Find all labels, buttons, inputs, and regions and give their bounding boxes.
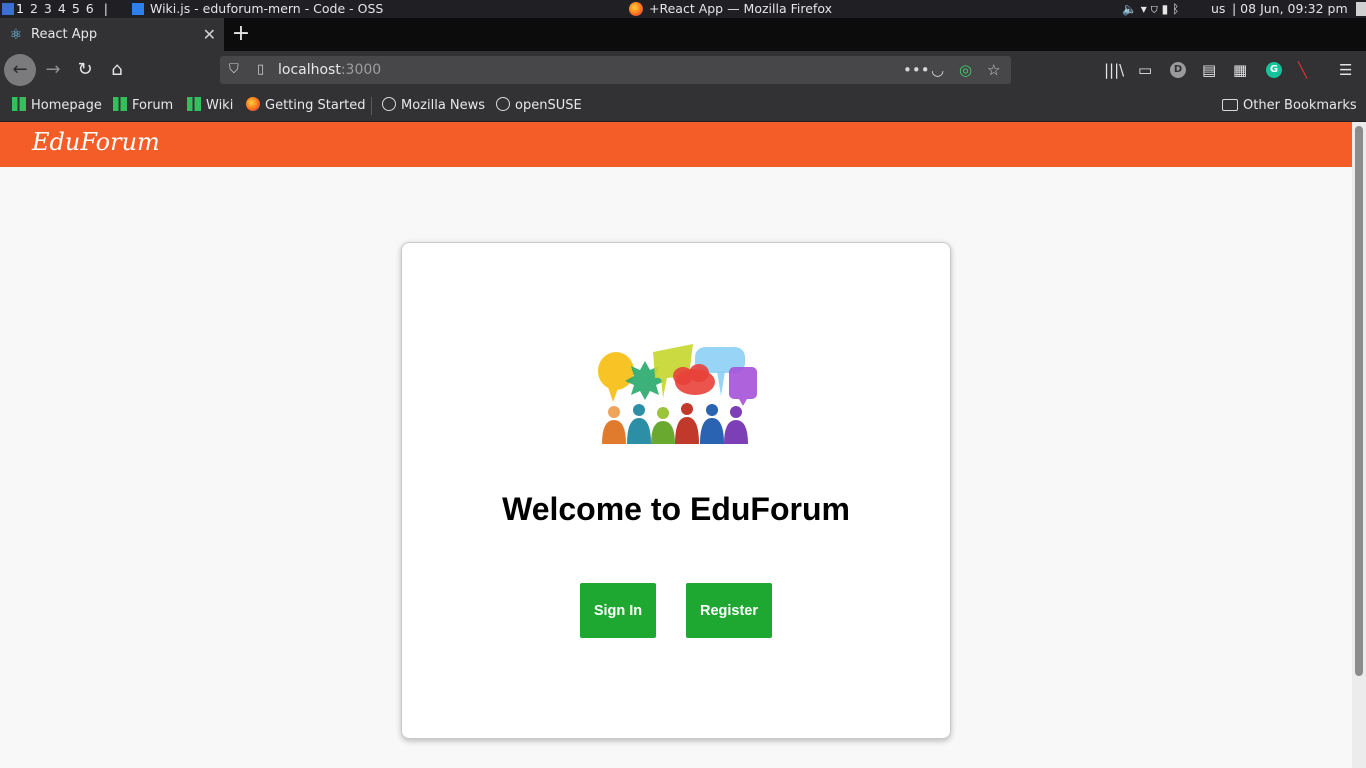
extension-d-icon[interactable]: D [1170,62,1186,78]
reload-icon[interactable]: ↻ [70,55,100,85]
extension-circle-icon[interactable]: ◎ [959,56,972,84]
tab-strip: ⚛ React App ✕ + [0,18,1366,51]
page-content: EduForum Welcome to EduForum Sign In Reg… [0,122,1352,768]
volume-icon[interactable]: 🔈 [1122,2,1137,16]
reader-icon[interactable]: ▤ [1202,60,1216,80]
bookmark-label: Wiki [206,98,234,113]
bookmark-wiki[interactable]: Wiki [187,89,233,122]
bluetooth-icon[interactable]: ᛒ [1172,2,1179,16]
bookmark-label: openSUSE [515,98,582,113]
workspace-icon [2,3,14,15]
bookmark-label: Mozilla News [401,98,486,113]
other-bookmarks[interactable]: Other Bookmarks [1222,89,1357,122]
register-button[interactable]: Register [686,583,772,638]
manjaro-icon [187,97,201,111]
sidebar-icon[interactable]: ▭ [1138,60,1152,80]
bookmark-opensuse[interactable]: openSUSE [496,89,582,122]
folder-icon [1222,99,1238,111]
bookmark-label: Forum [132,98,174,113]
workspace-6[interactable]: 6 [86,0,94,18]
taskbar-window-title: Wiki.js - eduforum-mern - Code - OSS [149,1,384,16]
page-actions-icon[interactable]: ••• [903,56,930,84]
home-icon[interactable]: ⌂ [102,55,132,85]
code-editor-icon [132,3,144,15]
react-icon: ⚛ [9,27,23,43]
clock[interactable]: | 08 Jun, 09:32 pm [1232,0,1348,18]
bookmark-mozilla-news[interactable]: Mozilla News [382,89,485,122]
brand-logo-text[interactable]: EduForum [32,122,160,162]
battery-icon[interactable]: ▮ [1162,2,1169,16]
panel-separator: | [103,1,108,16]
bookmark-homepage[interactable]: Homepage [12,89,102,122]
globe-icon [382,97,396,111]
firefox-icon [246,97,260,111]
back-icon[interactable]: ← [4,54,36,86]
pocket-icon[interactable]: ◡ [931,56,944,84]
keyboard-layout[interactable]: us [1211,0,1225,18]
disabled-extension-icon[interactable]: ╲ [1298,60,1307,80]
scrollbar-thumb[interactable] [1355,126,1363,676]
show-desktop-icon[interactable] [1356,2,1366,16]
other-bookmarks-label: Other Bookmarks [1243,98,1357,113]
security-icon[interactable]: ⛉ [1151,2,1158,16]
menu-icon[interactable]: ☰ [1339,60,1352,80]
url-port: :3000 [340,62,382,78]
firefox-icon [629,2,643,16]
extensions-icon[interactable]: ▦ [1233,60,1247,80]
manjaro-icon [12,97,26,111]
url-host: localhost [278,62,341,78]
library-icon[interactable]: |||\ [1104,60,1124,80]
community-chat-illustration [598,344,757,444]
wifi-icon[interactable]: ▾ [1141,2,1147,16]
manjaro-icon [113,97,127,111]
window-title-text: +React App — Mozilla Firefox [649,1,832,16]
bookmark-label: Homepage [31,98,102,113]
bookmark-separator [371,97,372,115]
bookmark-label: Getting Started [265,98,366,113]
globe-icon [496,97,510,111]
page-scrollbar[interactable] [1352,122,1366,768]
tab-title: React App [31,27,98,42]
forward-icon[interactable]: → [38,55,68,85]
system-panel: 123456 | Wiki.js - eduforum-mern - Code … [0,0,1366,18]
workspace-2[interactable]: 2 [30,0,38,18]
page-info-icon[interactable]: ▯ [257,56,264,84]
grammarly-icon[interactable]: G [1266,62,1282,78]
url-bar[interactable]: ⛉ ▯ localhost:3000 ••• ◡ ◎ ☆ [220,56,1011,84]
bookmarks-toolbar: Homepage Forum Wiki Getting Started Mozi… [0,89,1366,122]
bookmark-getting-started[interactable]: Getting Started [246,89,366,122]
window-title: +React App — Mozilla Firefox [629,0,832,18]
workspace-switcher[interactable]: 123456 | [2,0,108,18]
welcome-card: Welcome to EduForum Sign In Register [401,242,951,739]
bookmark-forum[interactable]: Forum [113,89,173,122]
workspace-1[interactable]: 1 [16,0,24,18]
close-tab-icon[interactable]: ✕ [203,18,216,51]
navigation-toolbar: ← → ↻ ⌂ ⛉ ▯ localhost:3000 ••• ◡ ◎ ☆ |||… [0,51,1366,89]
app-header: EduForum [0,122,1352,167]
sign-in-button[interactable]: Sign In [580,583,656,638]
workspace-3[interactable]: 3 [44,0,52,18]
workspace-5[interactable]: 5 [72,0,80,18]
new-tab-button[interactable]: + [228,18,254,51]
tab-react-app[interactable]: ⚛ React App ✕ [0,18,224,51]
url-text[interactable]: localhost:3000 [278,56,381,84]
bookmark-star-icon[interactable]: ☆ [987,56,1000,84]
taskbar-window[interactable]: Wiki.js - eduforum-mern - Code - OSS [132,0,383,18]
welcome-heading: Welcome to EduForum [502,491,850,527]
tray-icons[interactable]: 🔈 ▾ ⛉ ▮ ᛒ [1122,0,1179,18]
workspace-4[interactable]: 4 [58,0,66,18]
tracking-protection-icon[interactable]: ⛉ [229,56,239,84]
